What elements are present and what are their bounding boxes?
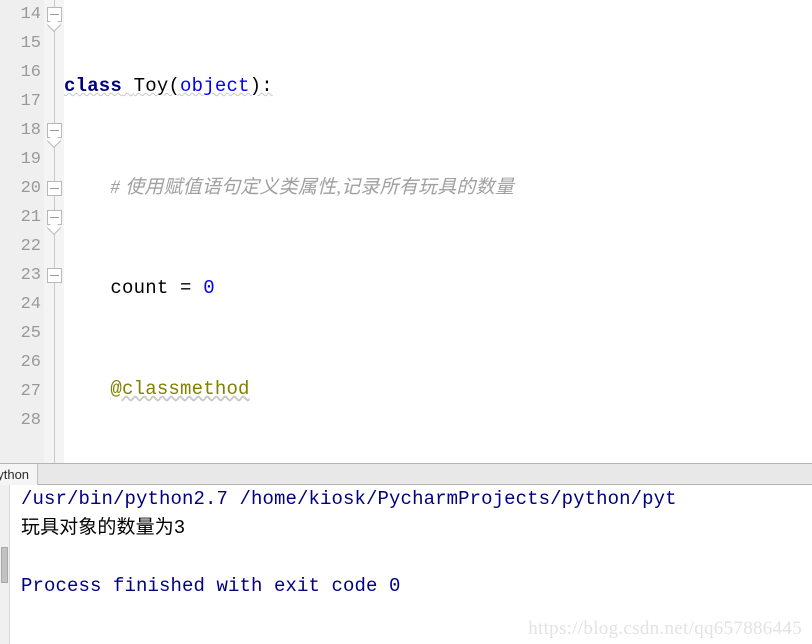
code-line[interactable]: # 使用赋值语句定义类属性,记录所有玩具的数量	[64, 173, 812, 202]
console-line-command: /usr/bin/python2.7 /home/kiosk/PycharmPr…	[21, 488, 677, 510]
fold-toggle-icon[interactable]	[47, 268, 62, 283]
console-tab-bar[interactable]: python	[0, 463, 812, 485]
line-number: 23	[20, 266, 41, 285]
line-number: 17	[20, 92, 41, 111]
line-number: 21	[20, 208, 41, 227]
editor-gutter[interactable]: 14 15 16 17 18 19 20 21 22 23 24 25 26 2…	[0, 0, 44, 463]
code-folding-strip[interactable]	[44, 0, 64, 463]
code-editor[interactable]: 14 15 16 17 18 19 20 21 22 23 24 25 26 2…	[0, 0, 812, 463]
line-number: 25	[20, 324, 41, 343]
line-number: 18	[20, 121, 41, 140]
line-number: 28	[20, 411, 41, 430]
line-number: 19	[20, 150, 41, 169]
line-number: 22	[20, 237, 41, 256]
token-attribute-count: count	[110, 277, 169, 299]
line-number: 26	[20, 353, 41, 372]
fold-toggle-icon[interactable]	[47, 210, 62, 225]
line-number: 27	[20, 382, 41, 401]
token-base-class: object	[180, 75, 250, 97]
code-line[interactable]: count = 0	[64, 274, 812, 303]
console-line-exit: Process finished with exit code 0	[21, 575, 401, 597]
fold-toggle-icon[interactable]	[47, 123, 62, 138]
run-console-panel: python /usr/bin/python2.7 /home/kiosk/Py…	[0, 463, 812, 644]
code-text-area[interactable]: class Toy(object): # 使用赋值语句定义类属性,记录所有玩具的…	[64, 0, 812, 463]
line-number-column: 14 15 16 17 18 19 20 21 22 23 24 25 26 2…	[0, 0, 44, 435]
line-number: 16	[20, 63, 41, 82]
line-number: 24	[20, 295, 41, 314]
csdn-watermark: https://blog.csdn.net/qq657886445	[528, 618, 802, 639]
fold-toggle-icon[interactable]	[47, 181, 62, 196]
console-scrollbar[interactable]	[0, 485, 10, 644]
token-decorator-classmethod: @classmethod	[110, 378, 250, 400]
line-number: 14	[20, 5, 41, 24]
token-number-zero: 0	[203, 277, 215, 299]
line-number: 15	[20, 34, 41, 53]
code-line[interactable]: @classmethod	[64, 375, 812, 404]
token-keyword-class: class	[64, 75, 123, 97]
fold-toggle-icon[interactable]	[47, 7, 62, 22]
console-scrollbar-thumb[interactable]	[1, 547, 8, 583]
token-class-name: Toy	[133, 75, 169, 97]
console-line-output: 玩具对象的数量为3	[21, 517, 186, 539]
console-tab-python[interactable]: python	[0, 464, 39, 485]
code-line[interactable]: class Toy(object):	[64, 72, 812, 101]
token-comment: # 使用赋值语句定义类属性,记录所有玩具的数量	[110, 177, 515, 198]
line-number: 20	[20, 179, 41, 198]
pycharm-window: 14 15 16 17 18 19 20 21 22 23 24 25 26 2…	[0, 0, 812, 644]
